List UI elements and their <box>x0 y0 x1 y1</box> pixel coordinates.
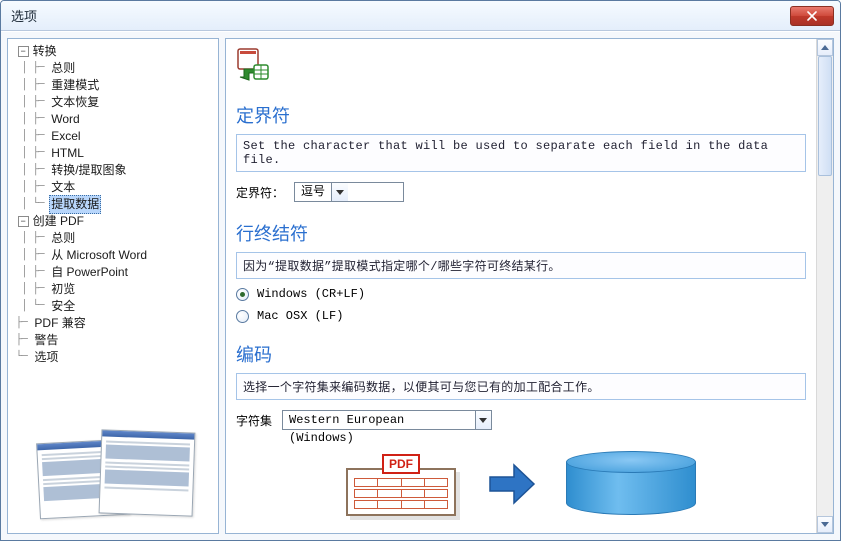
delimiter-desc: Set the character that will be used to s… <box>236 134 806 172</box>
main-content: 定界符 Set the character that will be used … <box>226 39 816 533</box>
expander-icon[interactable]: − <box>18 46 29 57</box>
tree-node-extractdata[interactable]: │ └─ 提取数据 <box>10 196 216 213</box>
encoding-desc: 选择一个字符集来编码数据，以便其可与您已有的加工配合工作。 <box>236 373 806 400</box>
tree-node-cp-general[interactable]: │ ├─ 总则 <box>10 230 216 247</box>
tree-node-extractimg[interactable]: │ ├─ 转换/提取图象 <box>10 162 216 179</box>
delimiter-title: 定界符 <box>236 102 806 128</box>
extract-data-icon <box>236 47 270 81</box>
close-icon <box>807 11 817 21</box>
tree-node-pdfcompat[interactable]: ├─ PDF 兼容 <box>10 315 216 332</box>
main-panel: 定界符 Set the character that will be used … <box>225 38 834 534</box>
encoding-label: 字符集 <box>236 412 272 429</box>
tree-node-cp-fromppt[interactable]: │ ├─ 自 PowerPoint <box>10 264 216 281</box>
pdf-source-icon: PDF <box>346 454 456 516</box>
delimiter-label: 定界符： <box>236 184 284 201</box>
decorative-thumbnails <box>38 431 198 527</box>
tree-node-options[interactable]: └─ 选项 <box>10 349 216 366</box>
scroll-down-button[interactable] <box>817 516 833 533</box>
encoding-title: 编码 <box>236 341 806 367</box>
tree-node-cp-preview[interactable]: │ ├─ 初览 <box>10 281 216 298</box>
radio-windows[interactable]: Windows (CR+LF) <box>236 287 806 301</box>
vertical-scrollbar[interactable] <box>816 39 833 533</box>
radio-icon <box>236 310 249 323</box>
scroll-thumb[interactable] <box>818 56 832 176</box>
tree-node-text[interactable]: │ ├─ 文本 <box>10 179 216 196</box>
radio-label-mac: Mac OSX (LF) <box>257 309 343 323</box>
encoding-field: 字符集 Western European (Windows) <box>236 410 806 430</box>
window-title: 选项 <box>7 6 790 25</box>
tree-node-cp-fromword[interactable]: │ ├─ 从 Microsoft Word <box>10 247 216 264</box>
sidebar: − 转换 │ ├─ 总则 │ ├─ 重建模式 │ ├─ 文本恢复 │ ├─ Wo… <box>7 38 219 534</box>
radio-label-windows: Windows (CR+LF) <box>257 287 365 301</box>
expander-icon[interactable]: − <box>18 216 29 227</box>
tree-node-html[interactable]: │ ├─ HTML <box>10 145 216 162</box>
lineterm-desc: 因为“提取数据”提取模式指定哪个/哪些字符可终结某行。 <box>236 252 806 279</box>
tree-node-cp-security[interactable]: │ └─ 安全 <box>10 298 216 315</box>
conversion-diagram: PDF <box>236 450 806 520</box>
encoding-select[interactable]: Western European (Windows) <box>282 410 492 430</box>
body: − 转换 │ ├─ 总则 │ ├─ 重建模式 │ ├─ 文本恢复 │ ├─ Wo… <box>1 31 840 540</box>
tree-node-excel[interactable]: │ ├─ Excel <box>10 128 216 145</box>
scroll-up-button[interactable] <box>817 39 833 56</box>
delimiter-field: 定界符： 逗号 <box>236 182 806 202</box>
scroll-track[interactable] <box>817 56 833 516</box>
tree-node-textrec[interactable]: │ ├─ 文本恢复 <box>10 94 216 111</box>
radio-icon <box>236 288 249 301</box>
tree-node-createpdf[interactable]: − 创建 PDF <box>10 213 216 230</box>
nav-tree: − 转换 │ ├─ 总则 │ ├─ 重建模式 │ ├─ 文本恢复 │ ├─ Wo… <box>8 39 218 370</box>
radio-mac[interactable]: Mac OSX (LF) <box>236 309 806 323</box>
lineterm-title: 行终结符 <box>236 220 806 246</box>
tree-node-rebuild[interactable]: │ ├─ 重建模式 <box>10 77 216 94</box>
pdf-badge: PDF <box>382 454 420 474</box>
tree-node-convert[interactable]: − 转换 <box>10 43 216 60</box>
close-button[interactable] <box>790 6 834 26</box>
tree-node-warnings[interactable]: ├─ 警告 <box>10 332 216 349</box>
database-icon <box>566 455 696 515</box>
arrow-right-icon <box>486 459 536 512</box>
tree-node-general[interactable]: │ ├─ 总则 <box>10 60 216 77</box>
titlebar: 选项 <box>1 1 840 31</box>
chevron-down-icon <box>331 183 348 201</box>
tree-node-word[interactable]: │ ├─ Word <box>10 111 216 128</box>
delimiter-select[interactable]: 逗号 <box>294 182 404 202</box>
chevron-down-icon <box>475 411 491 429</box>
options-window: 选项 − 转换 │ ├─ 总则 │ ├─ 重建模式 │ ├─ 文本恢复 │ ├─… <box>0 0 841 541</box>
